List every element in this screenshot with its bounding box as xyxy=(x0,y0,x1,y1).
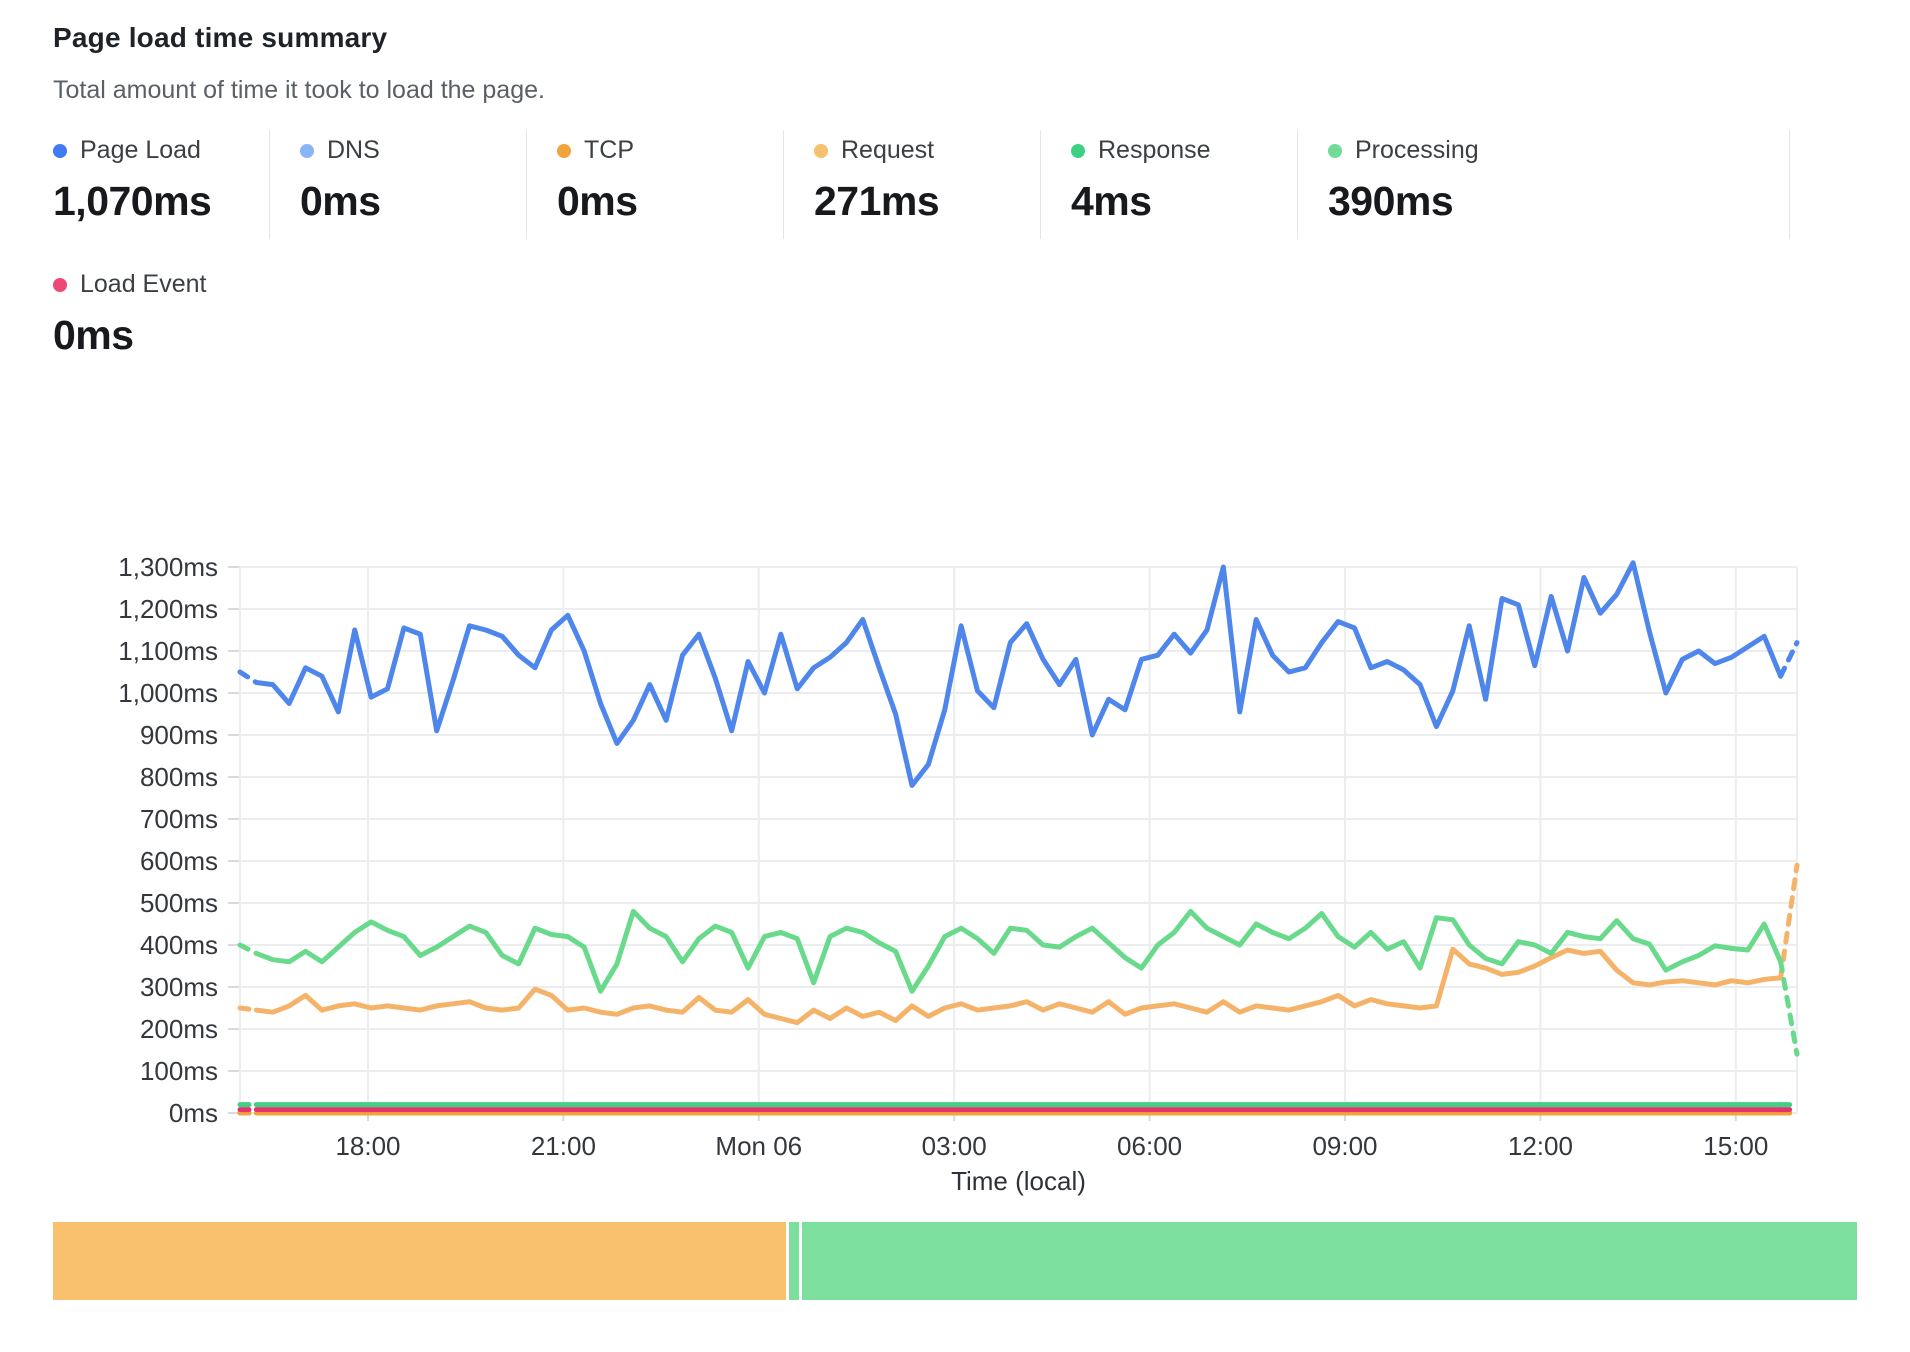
x-axis-title: Time (local) xyxy=(951,1166,1086,1196)
series-page-load-line xyxy=(256,563,1780,786)
y-axis-label: 1,300ms xyxy=(118,552,218,582)
y-axis-label: 500ms xyxy=(140,888,218,918)
status-segment-degraded[interactable] xyxy=(53,1222,786,1300)
y-axis-label: 200ms xyxy=(140,1014,218,1044)
series-page-load-lead xyxy=(240,672,256,683)
y-axis-label: 100ms xyxy=(140,1056,218,1086)
y-axis-label: 400ms xyxy=(140,930,218,960)
x-axis-label: 06:00 xyxy=(1117,1131,1182,1161)
page-load-time-chart[interactable]: 0ms 100ms 200ms 300ms 400ms 500ms 600ms 700ms 80… xyxy=(0,0,1910,1352)
x-axis-label: 12:00 xyxy=(1508,1131,1573,1161)
uptime-status-bar xyxy=(53,1222,1857,1300)
x-axis-label: 09:00 xyxy=(1312,1131,1377,1161)
status-segment-up[interactable] xyxy=(802,1222,1856,1300)
y-axis-label: 600ms xyxy=(140,846,218,876)
y-axis-label: 300ms xyxy=(140,972,218,1002)
x-axis-label: 18:00 xyxy=(335,1131,400,1161)
y-axis-label: 800ms xyxy=(140,762,218,792)
series-request-tail xyxy=(1781,865,1797,978)
x-axis-label: Mon 06 xyxy=(715,1131,802,1161)
y-axis-label: 1,200ms xyxy=(118,594,218,624)
series-processing-line xyxy=(256,911,1780,991)
y-axis-label: 0ms xyxy=(169,1098,218,1128)
status-segment-up[interactable] xyxy=(789,1222,799,1300)
series-page-load-tail xyxy=(1781,643,1797,677)
y-axis-label: 1,100ms xyxy=(118,636,218,666)
x-axis-label: 03:00 xyxy=(922,1131,987,1161)
y-axis-label: 700ms xyxy=(140,804,218,834)
y-axis-label: 900ms xyxy=(140,720,218,750)
series-request-line xyxy=(256,949,1780,1023)
y-axis-label: 1,000ms xyxy=(118,678,218,708)
x-axis-label: 21:00 xyxy=(531,1131,596,1161)
series-processing-lead xyxy=(240,945,256,953)
x-axis-label: 15:00 xyxy=(1703,1131,1768,1161)
